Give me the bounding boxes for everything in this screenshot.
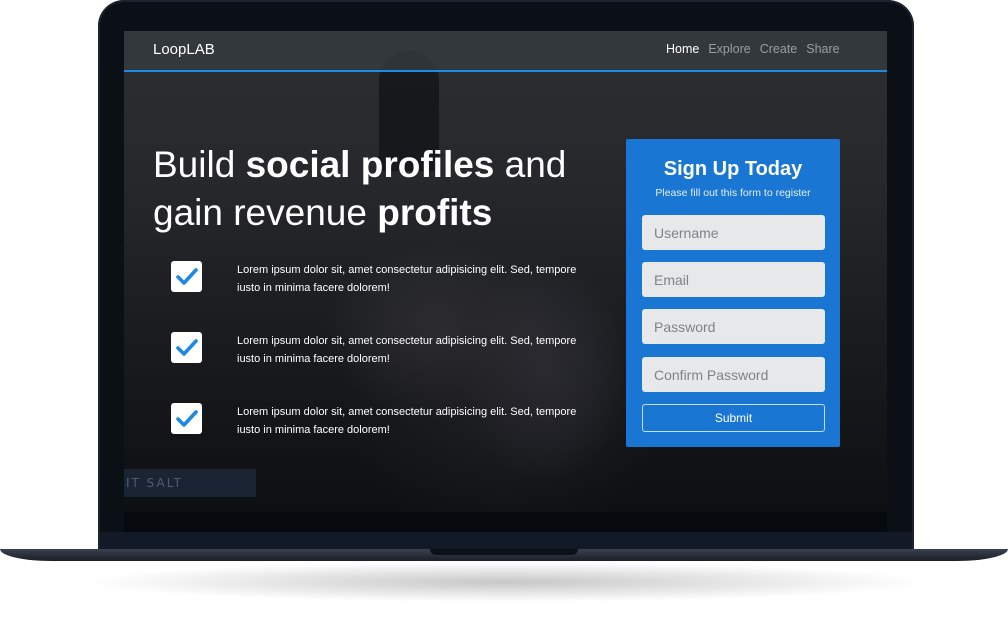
screen: IT SALT LoopLAB Home Explore Create Shar… bbox=[124, 31, 887, 512]
headline-part-1: Build bbox=[153, 144, 246, 185]
nav-link-share[interactable]: Share bbox=[806, 42, 839, 56]
nav-links: Home Explore Create Share bbox=[666, 42, 840, 56]
nav-link-explore[interactable]: Explore bbox=[708, 42, 750, 56]
hero-headline: Build social profiles and gain revenue p… bbox=[153, 141, 603, 237]
feature-text: Lorem ipsum dolor sit, amet consectetur … bbox=[237, 264, 577, 294]
nav-link-home[interactable]: Home bbox=[666, 42, 699, 56]
username-input[interactable] bbox=[642, 215, 825, 250]
email-input[interactable] bbox=[642, 262, 825, 297]
feature-item: Lorem ipsum dolor sit, amet consectetur … bbox=[171, 332, 591, 372]
feature-text: Lorem ipsum dolor sit, amet consectetur … bbox=[237, 406, 577, 436]
confirm-password-input[interactable] bbox=[642, 357, 825, 392]
nav-link-create[interactable]: Create bbox=[760, 42, 798, 56]
check-icon bbox=[171, 261, 202, 292]
signup-subtitle: Please fill out this form to register bbox=[655, 187, 811, 199]
signup-title: Sign Up Today bbox=[663, 158, 803, 180]
check-icon bbox=[171, 403, 202, 434]
signup-form: Sign Up Today Please fill out this form … bbox=[626, 139, 840, 447]
submit-button[interactable]: Submit bbox=[642, 404, 825, 432]
laptop-shadow bbox=[80, 562, 930, 602]
headline-bold-1: social profiles bbox=[245, 144, 495, 185]
feature-item: Lorem ipsum dolor sit, amet consectetur … bbox=[171, 261, 591, 301]
feature-text: Lorem ipsum dolor sit, amet consectetur … bbox=[237, 335, 577, 365]
headline-bold-2: profits bbox=[377, 192, 493, 233]
laptop-notch bbox=[430, 549, 578, 555]
laptop-bezel-bottom bbox=[100, 532, 912, 549]
background-sign: IT SALT bbox=[124, 469, 256, 497]
password-input[interactable] bbox=[642, 309, 825, 344]
feature-item: Lorem ipsum dolor sit, amet consectetur … bbox=[171, 403, 591, 443]
screen-bottom-strip bbox=[124, 512, 887, 532]
brand-logo[interactable]: LoopLAB bbox=[153, 41, 215, 58]
check-icon bbox=[171, 332, 202, 363]
navbar: LoopLAB Home Explore Create Share bbox=[124, 31, 887, 72]
